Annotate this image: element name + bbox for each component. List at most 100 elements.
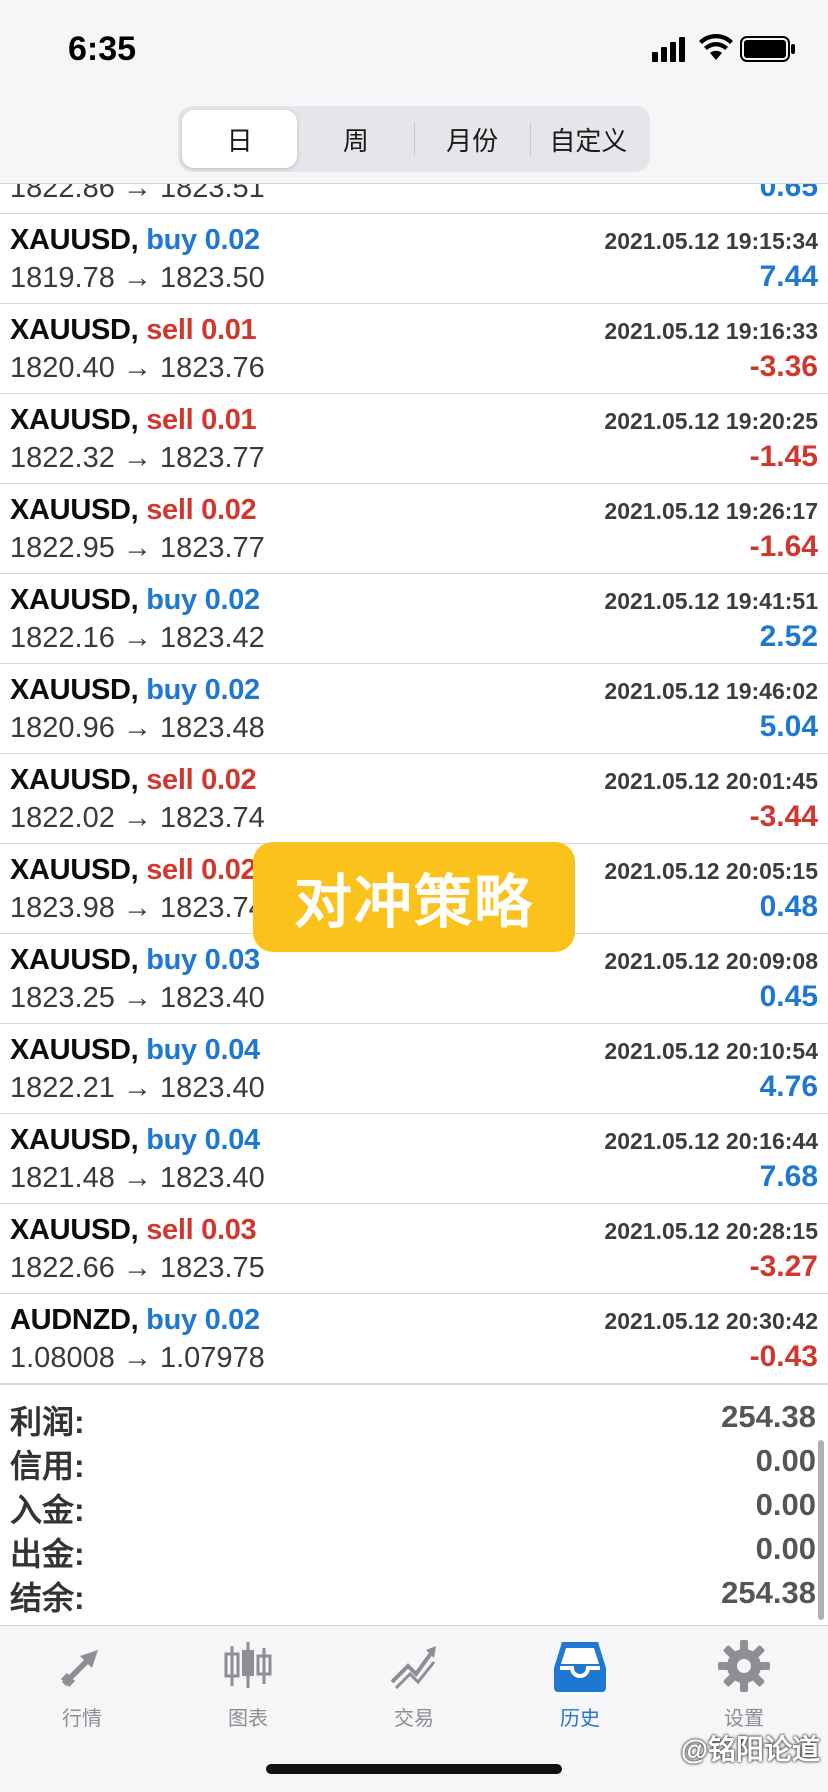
deal-prices: 1822.66 → 1823.75: [10, 1252, 265, 1284]
deal-side: buy: [146, 674, 197, 706]
deal-symbol: XAUUSD,: [10, 1124, 139, 1156]
deal-prices: 1.08008 → 1.07978: [10, 1342, 265, 1374]
deal-profit: 2.52: [759, 620, 818, 653]
deal-prices: 1820.40 → 1823.76: [10, 352, 265, 384]
deal-side: buy: [146, 1304, 197, 1336]
deal-volume: 0.01: [201, 404, 257, 436]
summary-row: 信用: 0.00: [0, 1437, 828, 1484]
trade-icon: [390, 1646, 436, 1690]
deal-symbol: XAUUSD,: [10, 674, 139, 706]
account-summary: 利润: 254.38 信用: 0.00 入金: 0.00 出金: 0.00 结余: 254.38: [0, 1384, 828, 1624]
deal-symbol: XAUUSD,: [10, 404, 139, 436]
summary-value: 0.00: [755, 1443, 816, 1478]
period-tab-day[interactable]: 日: [182, 110, 298, 168]
tab-label: 图表: [228, 1708, 268, 1730]
tab-quotes[interactable]: 行情: [22, 1638, 142, 1738]
period-tab-month[interactable]: 月份: [415, 110, 530, 168]
deal-prices: 1823.98 → 1823.74: [10, 892, 265, 924]
deal-side: sell: [146, 1214, 194, 1246]
deal-prices: 1822.16 → 1823.42: [10, 622, 265, 654]
deal-row[interactable]: XAUUSD, buy 0.04 2021.05.12 20:16:44 1821.…: [0, 1114, 828, 1204]
tab-history[interactable]: 历史: [520, 1638, 640, 1738]
deal-symbol: XAUUSD,: [10, 944, 139, 976]
deal-time: 2021.05.12 20:28:15: [604, 1218, 818, 1244]
deal-row[interactable]: XAUUSD, sell 0.02 2021.05.12 20:01:45 1822…: [0, 754, 828, 844]
deal-time: 2021.05.12 20:16:44: [604, 1128, 818, 1154]
period-tab-week[interactable]: 周: [298, 110, 413, 168]
summary-row: 入金: 0.00: [0, 1481, 828, 1528]
deal-prices: 1822.32 → 1823.77: [10, 442, 265, 474]
tab-label: 设置: [724, 1708, 764, 1730]
deal-symbol: XAUUSD,: [10, 584, 139, 616]
tab-settings[interactable]: 设置: [684, 1638, 804, 1738]
deal-row[interactable]: XAUUSD, buy 0.02 2021.05.12 19:15:34 1819.…: [0, 214, 828, 304]
deal-row[interactable]: XAUUSD, buy 0.04 2021.05.12 20:10:54 1822.…: [0, 1024, 828, 1114]
deal-time: 2021.05.12 19:15:34: [604, 228, 818, 254]
deal-profit: 0.45: [759, 980, 818, 1013]
top-navigation-bar: 6:35 日 周 月份 自定义: [0, 0, 828, 184]
deal-title: XAUUSD, buy 0.04: [10, 1124, 260, 1157]
deal-volume: 0.02: [201, 494, 257, 526]
deal-time: 2021.05.12 19:26:17: [604, 498, 818, 524]
deal-row[interactable]: AUDNZD, buy 0.02 2021.05.12 20:30:42 1.080…: [0, 1294, 828, 1384]
summary-value: 0.00: [755, 1531, 816, 1566]
deal-row[interactable]: XAUUSD, sell 0.01 2021.05.12 19:16:33 1820…: [0, 304, 828, 394]
tab-label: 交易: [394, 1708, 434, 1730]
deal-title: XAUUSD, sell 0.01: [10, 314, 257, 347]
deal-prices: 1819.78 → 1823.50: [10, 262, 265, 294]
deal-side: sell: [146, 404, 194, 436]
period-segmented-control: 日 周 月份 自定义: [178, 106, 650, 172]
deal-row[interactable]: XAUUSD, buy 0.02 2021.05.12 19:46:02 1820.…: [0, 664, 828, 754]
summary-label: 结余:: [10, 1580, 85, 1616]
deal-time: 2021.05.12 20:10:54: [604, 1038, 818, 1064]
deal-side: buy: [146, 944, 197, 976]
deal-volume: 0.02: [204, 224, 261, 256]
deal-volume: 0.02: [204, 1304, 261, 1336]
deal-side: buy: [146, 584, 197, 616]
deal-row[interactable]: XAUUSD, sell 0.01 2021.05.12 19:20:25 1822…: [0, 394, 828, 484]
tab-label: 历史: [560, 1708, 600, 1730]
settings-icon: [718, 1640, 770, 1692]
deal-profit: 5.04: [759, 710, 818, 743]
deal-symbol: XAUUSD,: [10, 1214, 139, 1246]
deal-volume: 0.02: [201, 854, 257, 886]
deal-title: XAUUSD, buy 0.03: [10, 944, 260, 977]
deal-volume: 0.02: [201, 764, 257, 796]
deal-time: 2021.05.12 20:09:08: [604, 948, 818, 974]
deal-volume: 0.04: [204, 1124, 261, 1156]
deal-time: 2021.05.12 20:30:42: [604, 1308, 818, 1334]
deal-title: XAUUSD, buy 0.04: [10, 1034, 260, 1067]
period-tab-custom[interactable]: 自定义: [531, 110, 646, 168]
deal-title: XAUUSD, sell 0.02: [10, 854, 257, 887]
deal-row[interactable]: XAUUSD, sell 0.03 2021.05.12 20:28:15 1822…: [0, 1204, 828, 1294]
deal-profit: -3.36: [749, 350, 818, 383]
deal-profit: -1.45: [749, 440, 818, 473]
deal-side: buy: [146, 224, 197, 256]
deal-prices: 1822.21 → 1823.40: [10, 1072, 265, 1104]
summary-row: 利润: 254.38: [0, 1393, 828, 1440]
deal-row-partial[interactable]: 1822.86 → 1823.51 0.65: [0, 184, 828, 214]
deal-row[interactable]: XAUUSD, buy 0.02 2021.05.12 19:41:51 1822.…: [0, 574, 828, 664]
deal-prices: 1822.02 → 1823.74: [10, 802, 265, 834]
deal-side: buy: [146, 1124, 197, 1156]
deal-profit: -3.27: [749, 1250, 818, 1283]
deal-volume: 0.01: [201, 314, 257, 346]
deal-prices: 1823.25 → 1823.40: [10, 982, 265, 1014]
deal-symbol: XAUUSD,: [10, 494, 139, 526]
deal-title: XAUUSD, sell 0.03: [10, 1214, 257, 1247]
chart-icon: [224, 1642, 272, 1688]
deal-time: 2021.05.12 20:01:45: [604, 768, 818, 794]
deal-time: 2021.05.12 19:20:25: [604, 408, 818, 434]
deal-profit: 0.48: [759, 890, 818, 923]
tab-chart[interactable]: 图表: [188, 1638, 308, 1738]
deal-volume: 0.03: [204, 944, 261, 976]
deal-side: sell: [146, 854, 194, 886]
battery-icon: [740, 36, 795, 62]
deal-side: buy: [146, 1034, 197, 1066]
deal-history-list[interactable]: 1822.86 → 1823.51 0.65 XAUUSD, buy 0.02 2…: [0, 184, 828, 1384]
deal-profit: 7.44: [759, 260, 818, 293]
deal-side: sell: [146, 314, 194, 346]
tab-trade[interactable]: 交易: [354, 1638, 474, 1738]
deal-title: XAUUSD, sell 0.02: [10, 494, 257, 527]
deal-row[interactable]: XAUUSD, sell 0.02 2021.05.12 19:26:17 1822…: [0, 484, 828, 574]
